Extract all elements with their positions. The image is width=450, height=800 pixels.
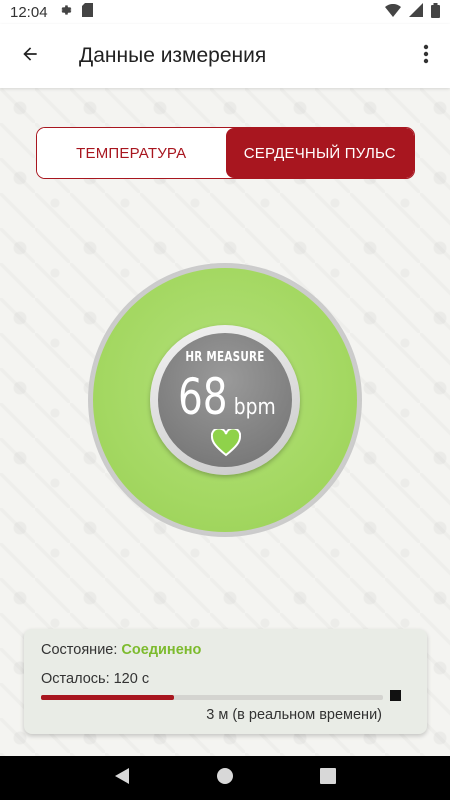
stop-icon[interactable]	[390, 690, 401, 701]
measurement-type-switch: ТЕМПЕРАТУРА СЕРДЕЧНЫЙ ПУЛЬС	[36, 127, 415, 179]
back-button[interactable]	[0, 24, 60, 88]
hr-value: 68	[177, 368, 228, 426]
measurement-info-card: Состояние: Соединено Осталось: 120 с 3 м…	[24, 629, 427, 734]
tab-temperature[interactable]: ТЕМПЕРАТУРА	[37, 128, 226, 178]
status-time: 12:04	[10, 3, 48, 21]
recents-square-icon	[320, 767, 337, 789]
remaining-time: Осталось: 120 с	[41, 671, 150, 687]
more-vert-icon	[423, 44, 429, 69]
arrow-left-icon	[20, 44, 40, 69]
system-nav-bar	[0, 756, 450, 800]
heart-icon	[210, 427, 242, 457]
nav-recents-button[interactable]	[308, 758, 348, 798]
tab-heart-rate[interactable]: СЕРДЕЧНЫЙ ПУЛЬС	[225, 128, 414, 178]
connection-status: Состояние: Соединено	[41, 642, 201, 658]
gauge-display: HR MEASURE 68 bpm	[158, 333, 292, 467]
measurement-duration: 3 м (в реальном времени)	[206, 707, 382, 723]
status-label: Состояние:	[41, 642, 118, 658]
overflow-menu-button[interactable]	[402, 24, 450, 88]
app-bar: Данные измерения	[0, 24, 450, 88]
measurement-progress	[41, 695, 383, 700]
nav-back-button[interactable]	[102, 758, 142, 798]
home-circle-icon	[216, 767, 234, 790]
back-triangle-icon	[114, 767, 130, 790]
progress-fill	[41, 695, 175, 700]
page-title: Данные измерения	[79, 44, 267, 67]
status-bar: 12:04	[0, 0, 450, 24]
nav-home-button[interactable]	[205, 758, 245, 798]
hr-measure-label: HR MEASURE	[185, 350, 265, 365]
sd-card-icon	[81, 3, 93, 21]
wifi-icon	[385, 3, 401, 21]
gauge-bezel: HR MEASURE 68 bpm	[150, 325, 300, 475]
signal-icon	[409, 3, 423, 21]
content-area: ТЕМПЕРАТУРА СЕРДЕЧНЫЙ ПУЛЬС HR MEASURE 6…	[0, 88, 450, 756]
hr-unit: bpm	[233, 395, 276, 420]
hr-reading: 68 bpm	[158, 369, 292, 425]
battery-icon	[431, 2, 440, 22]
gear-icon	[58, 3, 72, 21]
gauge-green-ring: HR MEASURE 68 bpm	[93, 268, 357, 532]
hr-gauge: HR MEASURE 68 bpm	[88, 263, 362, 537]
status-value: Соединено	[121, 642, 202, 658]
